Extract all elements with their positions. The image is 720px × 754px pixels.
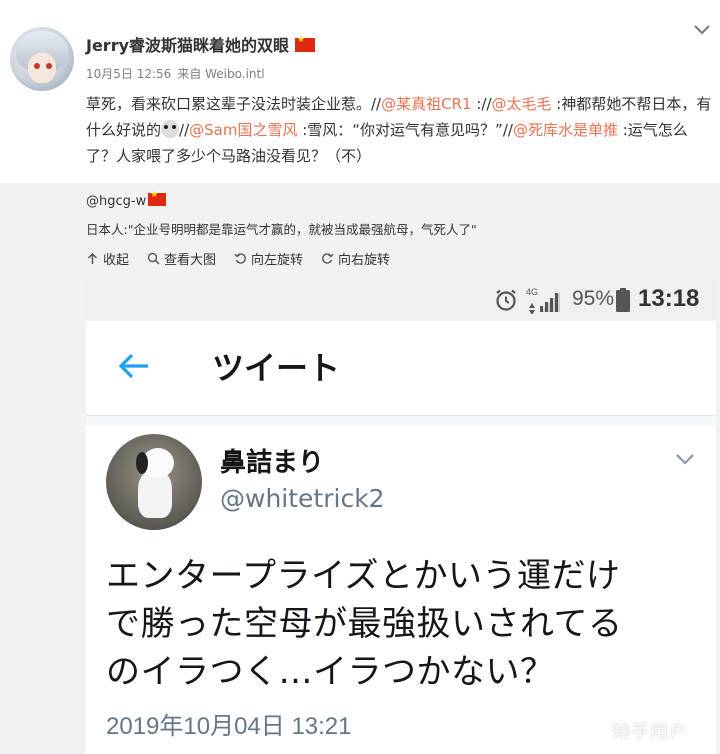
repost-text: 日本人:"企业号明明都是靠运气才赢的，就被当成最强航母，气死人了" (86, 222, 477, 237)
collapse-button[interactable]: 收起 (86, 249, 129, 268)
collapse-icon (87, 252, 98, 264)
rotate-right-label: 向右旋转 (338, 252, 391, 268)
rotate-left-icon (234, 252, 246, 264)
weibo-post: Jerry睿波斯猫眯着她的双眼 10月5日 12:56 来自 Weibo.intl… (0, 0, 720, 183)
mention-link[interactable]: @Sam国之雪风 (189, 121, 297, 139)
watermark: 知乎用户 (612, 722, 688, 743)
tweet-author-name[interactable]: 鼻詰まり (220, 442, 324, 479)
signal-icon: 4G (526, 287, 560, 314)
post-author[interactable]: Jerry睿波斯猫眯着她的双眼 (86, 32, 316, 56)
collapse-label: 收起 (103, 252, 130, 268)
phone-status-bar: 4G 95% 13:18 (86, 279, 716, 321)
tweet-line: のイラつく…イラつかない？ (106, 652, 555, 692)
tweet-header: ツイート (86, 321, 716, 416)
battery-icon (616, 288, 630, 312)
rotate-right-icon (322, 252, 334, 264)
image-toolbar: 收起 查看大图 向左旋转 向右旋转 (86, 248, 408, 268)
repost-author-name[interactable]: @hgcg-w (86, 194, 146, 209)
phone-clock: 13:18 (638, 285, 700, 312)
battery-percent: 95% (572, 287, 615, 310)
post-date[interactable]: 10月5日 12:56 (86, 67, 171, 81)
post-text-span: 草死，看来砍口累这辈子没法时装企业惹。// (86, 95, 382, 113)
chevron-down-icon[interactable] (692, 24, 712, 44)
view-large-button[interactable]: 查看大图 (147, 249, 216, 268)
emoji-face-icon (161, 120, 180, 138)
tweet-line: で勝った空母が最強扱いされてる (106, 604, 623, 644)
tweet-card: 鼻詰まり @whitetrick2 エンタープライズとかいう運だけ で勝った空母… (86, 426, 716, 754)
post-meta: 10月5日 12:56 来自 Weibo.intl (86, 65, 271, 82)
back-arrow-icon[interactable] (116, 348, 152, 384)
attached-screenshot[interactable]: 4G 95% 13:18 ツイート 鼻詰まり @whitetrick2 エンター… (86, 279, 716, 754)
tweet-author-avatar[interactable] (106, 434, 202, 530)
china-flag-icon (295, 35, 316, 52)
search-icon (147, 252, 160, 265)
rotate-right-button[interactable]: 向右旋转 (321, 249, 390, 268)
rotate-left-button[interactable]: 向左旋转 (234, 249, 303, 268)
repost-author[interactable]: @hgcg-w (86, 190, 167, 209)
tweet-page-title: ツイート (212, 349, 341, 387)
mention-link[interactable]: @太毛毛 (492, 95, 552, 113)
china-flag-icon (148, 190, 167, 206)
divider (86, 416, 716, 426)
post-text: 草死，看来砍口累这辈子没法时装企业惹。//@某真祖CR1 ://@太毛毛 :神都… (86, 91, 716, 169)
chevron-down-icon[interactable] (674, 452, 696, 466)
alarm-icon (496, 289, 516, 311)
tweet-text: エンタープライズとかいう運だけ で勝った空母が最強扱いされてる のイラつく…イラ… (106, 552, 706, 696)
tweet-author-handle[interactable]: @whitetrick2 (220, 484, 385, 513)
post-text-span: // (179, 121, 190, 139)
rotate-left-label: 向左旋转 (251, 252, 304, 268)
tweet-timestamp: 2019年10月04日 13:21 (106, 713, 352, 740)
post-source[interactable]: 来自 Weibo.intl (177, 67, 264, 81)
repost-box: @hgcg-w 日本人:"企业号明明都是靠运气才赢的，就被当成最强航母，气死人了… (0, 183, 720, 754)
post-author-name[interactable]: Jerry睿波斯猫眯着她的双眼 (86, 36, 289, 55)
user-avatar[interactable] (10, 27, 74, 91)
post-text-span: :雪风：“你对运气有意见吗？”// (297, 121, 513, 139)
post-text-span: :// (471, 95, 492, 113)
view-large-label: 查看大图 (164, 252, 217, 268)
mention-link[interactable]: @某真祖CR1 (381, 95, 471, 113)
network-type: 4G (526, 287, 538, 297)
tweet-line: エンタープライズとかいう運だけ (106, 556, 621, 596)
mention-link[interactable]: @死库水是单推 (513, 121, 618, 139)
